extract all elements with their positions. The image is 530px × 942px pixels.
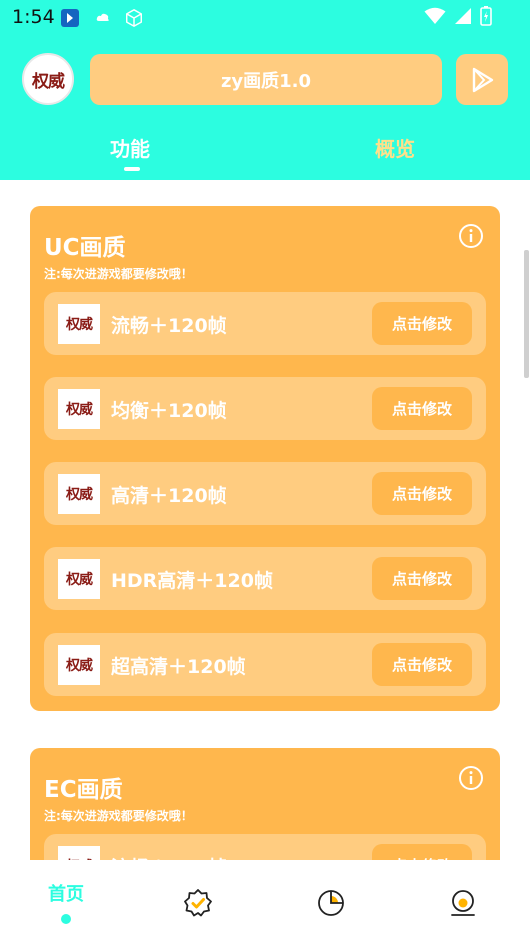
avatar[interactable]: 权威: [22, 53, 74, 105]
status-bar: 1:54: [0, 0, 530, 36]
modify-button[interactable]: 点击修改: [372, 472, 472, 515]
play-button[interactable]: [456, 54, 508, 105]
modify-button[interactable]: 点击修改: [372, 643, 472, 686]
modify-button[interactable]: 点击修改: [372, 302, 472, 345]
item-label: 超高清＋120帧: [111, 656, 246, 678]
status-time: 1:54: [12, 6, 55, 28]
play-icon: [472, 67, 494, 92]
card-title: EC画质: [44, 777, 123, 803]
logo-image: 权威: [58, 559, 100, 599]
nav-profile[interactable]: [397, 860, 529, 942]
wifi-icon: [424, 7, 446, 29]
list-item: 权威 均衡＋120帧 点击修改: [44, 377, 486, 440]
signal-icon: [454, 7, 472, 29]
scrollbar[interactable]: [524, 250, 529, 378]
nav-home-label: 首页: [48, 884, 84, 905]
info-icon[interactable]: [458, 765, 484, 791]
item-label: 高清＋120帧: [111, 485, 227, 507]
list-item: 权威 HDR高清＋120帧 点击修改: [44, 547, 486, 610]
logo-image: 权威: [58, 474, 100, 514]
uc-quality-card: UC画质 注:每次进游戏都要修改哦！ 权威 流畅＋120帧 点击修改 权威 均衡…: [30, 206, 500, 711]
title-bar: zy画质1.0: [90, 54, 442, 105]
card-note: 注:每次进游戏都要修改哦！: [44, 267, 193, 281]
logo-image: 权威: [58, 304, 100, 344]
card-note: 注:每次进游戏都要修改哦！: [44, 809, 193, 823]
item-label: HDR高清＋120帧: [111, 570, 273, 592]
active-dot: [61, 914, 71, 924]
modify-button[interactable]: 点击修改: [372, 557, 472, 600]
nav-stats[interactable]: [265, 860, 397, 942]
cube-icon: [124, 8, 144, 28]
item-label: 均衡＋120帧: [111, 400, 227, 422]
logo-image: 权威: [58, 389, 100, 429]
list-item: 权威 流畅＋120帧 点击修改: [44, 292, 486, 355]
cloud-icon: [93, 8, 113, 28]
info-icon[interactable]: [458, 223, 484, 249]
app-notification-icon: [60, 8, 80, 28]
nav-home[interactable]: 首页: [0, 860, 132, 942]
list-item: 权威 高清＋120帧 点击修改: [44, 462, 486, 525]
tab-indicator: [124, 167, 140, 171]
app-title: zy画质1.0: [220, 70, 312, 92]
badge-check-icon: [184, 889, 212, 917]
battery-icon: [480, 6, 492, 30]
card-title: UC画质: [44, 235, 126, 261]
logo-image: 权威: [58, 645, 100, 685]
avatar-text: 权威: [32, 71, 65, 92]
pie-chart-icon: [318, 890, 344, 916]
modify-button[interactable]: 点击修改: [372, 387, 472, 430]
tab-functions[interactable]: 功能: [110, 133, 150, 162]
bottom-navigation: 首页: [0, 860, 530, 942]
user-icon: [451, 890, 475, 916]
tab-overview[interactable]: 概览: [375, 133, 415, 162]
item-label: 流畅＋120帧: [111, 315, 227, 337]
nav-verified[interactable]: [132, 860, 264, 942]
list-item: 权威 超高清＋120帧 点击修改: [44, 633, 486, 696]
